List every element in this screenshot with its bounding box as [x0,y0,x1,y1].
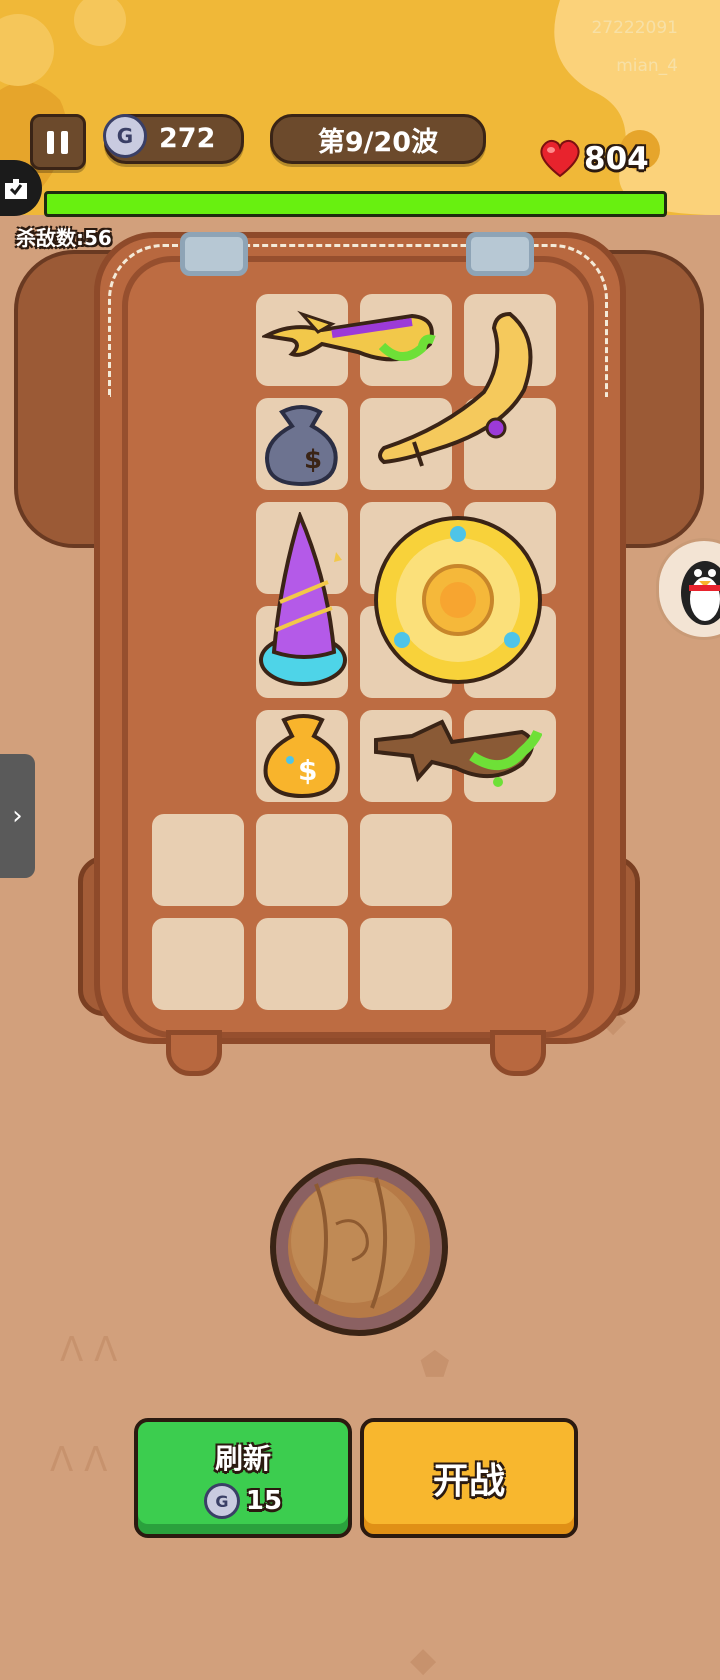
refresh-cost-value: 15 [245,1486,283,1516]
sword-icon[interactable] [372,712,542,798]
wood-wheel-icon [291,1177,415,1309]
inventory-slot[interactable] [360,814,452,906]
inventory-slot[interactable] [256,814,348,906]
refresh-cost: G 15 [203,1483,283,1519]
shield-icon[interactable] [372,514,544,686]
boomerang-icon[interactable] [374,310,536,476]
inventory-slot[interactable] [152,918,244,1010]
refresh-label: 刷新 [214,1442,271,1475]
wizard-hat-icon[interactable] [258,512,348,688]
start-battle-label: 开战 [432,1461,505,1502]
inventory-slot[interactable] [256,918,348,1010]
money-bag-icon[interactable]: $ [262,402,342,486]
chevron-right-icon: › [12,801,23,831]
penguin-icon [681,561,720,625]
start-battle-button[interactable]: 开战 [360,1418,578,1538]
inventory-slot[interactable] [360,918,452,1010]
svg-text:$: $ [304,445,322,475]
inventory-grid [0,0,720,1600]
coin-icon: G [203,1483,240,1519]
item-drop-zone[interactable] [270,1158,448,1336]
refresh-button[interactable]: 刷新 G 15 [134,1418,352,1538]
svg-text:$: $ [298,754,317,787]
expand-panel-button[interactable]: › [0,754,35,878]
inventory-slot[interactable] [152,814,244,906]
money-bag-icon[interactable]: $ [262,712,344,798]
